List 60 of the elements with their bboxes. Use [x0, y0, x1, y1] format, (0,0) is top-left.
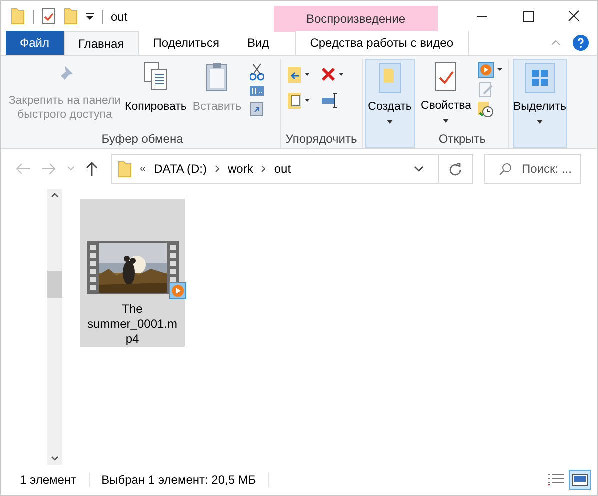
folder-icon: [118, 160, 132, 178]
file-name: The summer_0001.m p4: [87, 302, 178, 347]
copy-to-icon[interactable]: [287, 92, 311, 110]
large-icons-view-button[interactable]: [569, 470, 591, 490]
chevron-right-icon[interactable]: [261, 165, 266, 173]
scrollbar[interactable]: [47, 189, 62, 465]
address-bar[interactable]: « DATA (D:) work out: [111, 154, 473, 184]
select-button[interactable]: Выделить: [513, 59, 567, 148]
grid-icon: [525, 63, 555, 93]
history-icon[interactable]: [478, 102, 494, 118]
refresh-icon[interactable]: [449, 162, 462, 176]
paste-shortcut-icon[interactable]: [250, 101, 264, 117]
properties-icon: [435, 62, 458, 92]
new-folder-icon: [64, 8, 78, 25]
scissors-icon[interactable]: [250, 63, 264, 81]
film-perforations-drawing: [90, 245, 96, 293]
scroll-thumb[interactable]: [47, 271, 62, 298]
window-title: out: [111, 8, 128, 26]
search-icon: [499, 162, 512, 176]
scroll-down-icon[interactable]: [50, 456, 58, 461]
group-label: Буфер обмена: [100, 131, 184, 148]
item-count: 1 элемент: [20, 472, 77, 489]
file-item[interactable]: The summer_0001.m p4: [80, 199, 185, 347]
search-placeholder: Поиск: ...: [522, 161, 572, 178]
ribbon-tab[interactable]: Поделиться: [139, 31, 234, 55]
selection-info: Выбран 1 элемент: 20,5 МБ: [102, 472, 256, 489]
copy-button[interactable]: Копировать: [125, 100, 187, 114]
breadcrumb[interactable]: work: [228, 160, 254, 178]
paste-icon: [206, 62, 228, 92]
ribbon-tab[interactable]: Средства работы с видео: [295, 31, 469, 55]
breadcrumb[interactable]: out: [274, 160, 292, 178]
properties-button[interactable]: Свойства: [421, 62, 472, 126]
group-label: Открыть: [438, 131, 488, 148]
caret-icon: [537, 120, 543, 124]
ribbon-tab[interactable]: Главная: [64, 31, 140, 55]
dropdown-icon[interactable]: [86, 12, 94, 20]
scroll-up-icon[interactable]: [50, 193, 58, 198]
create-button[interactable]: Создать: [365, 59, 415, 148]
copy-icon: [142, 62, 169, 92]
chevron-right-icon[interactable]: [215, 165, 220, 173]
ribbon-tab[interactable]: Вид: [233, 31, 284, 55]
search-field[interactable]: Поиск: ...: [484, 154, 581, 184]
delete-icon[interactable]: [321, 66, 345, 84]
chevron-down-icon[interactable]: [414, 166, 424, 172]
caret-icon: [387, 120, 393, 124]
folder-icon: [11, 8, 25, 25]
properties-icon[interactable]: [42, 8, 56, 25]
caret-icon: [443, 119, 450, 124]
new-folder-icon: [379, 63, 401, 93]
group-label: Упорядочить: [284, 131, 358, 148]
up-icon[interactable]: [85, 161, 99, 177]
play-badge-icon: [168, 282, 186, 300]
ribbon-tab[interactable]: Файл: [6, 31, 64, 55]
breadcrumb[interactable]: DATA (D:): [154, 160, 208, 178]
context-tab-header: Воспроизведение: [274, 6, 438, 32]
play-icon[interactable]: [478, 62, 504, 78]
help-icon[interactable]: [573, 35, 589, 51]
move-to-icon[interactable]: [287, 66, 311, 84]
copy-path-icon[interactable]: [250, 86, 264, 96]
overflow-chevron[interactable]: «: [140, 160, 146, 178]
